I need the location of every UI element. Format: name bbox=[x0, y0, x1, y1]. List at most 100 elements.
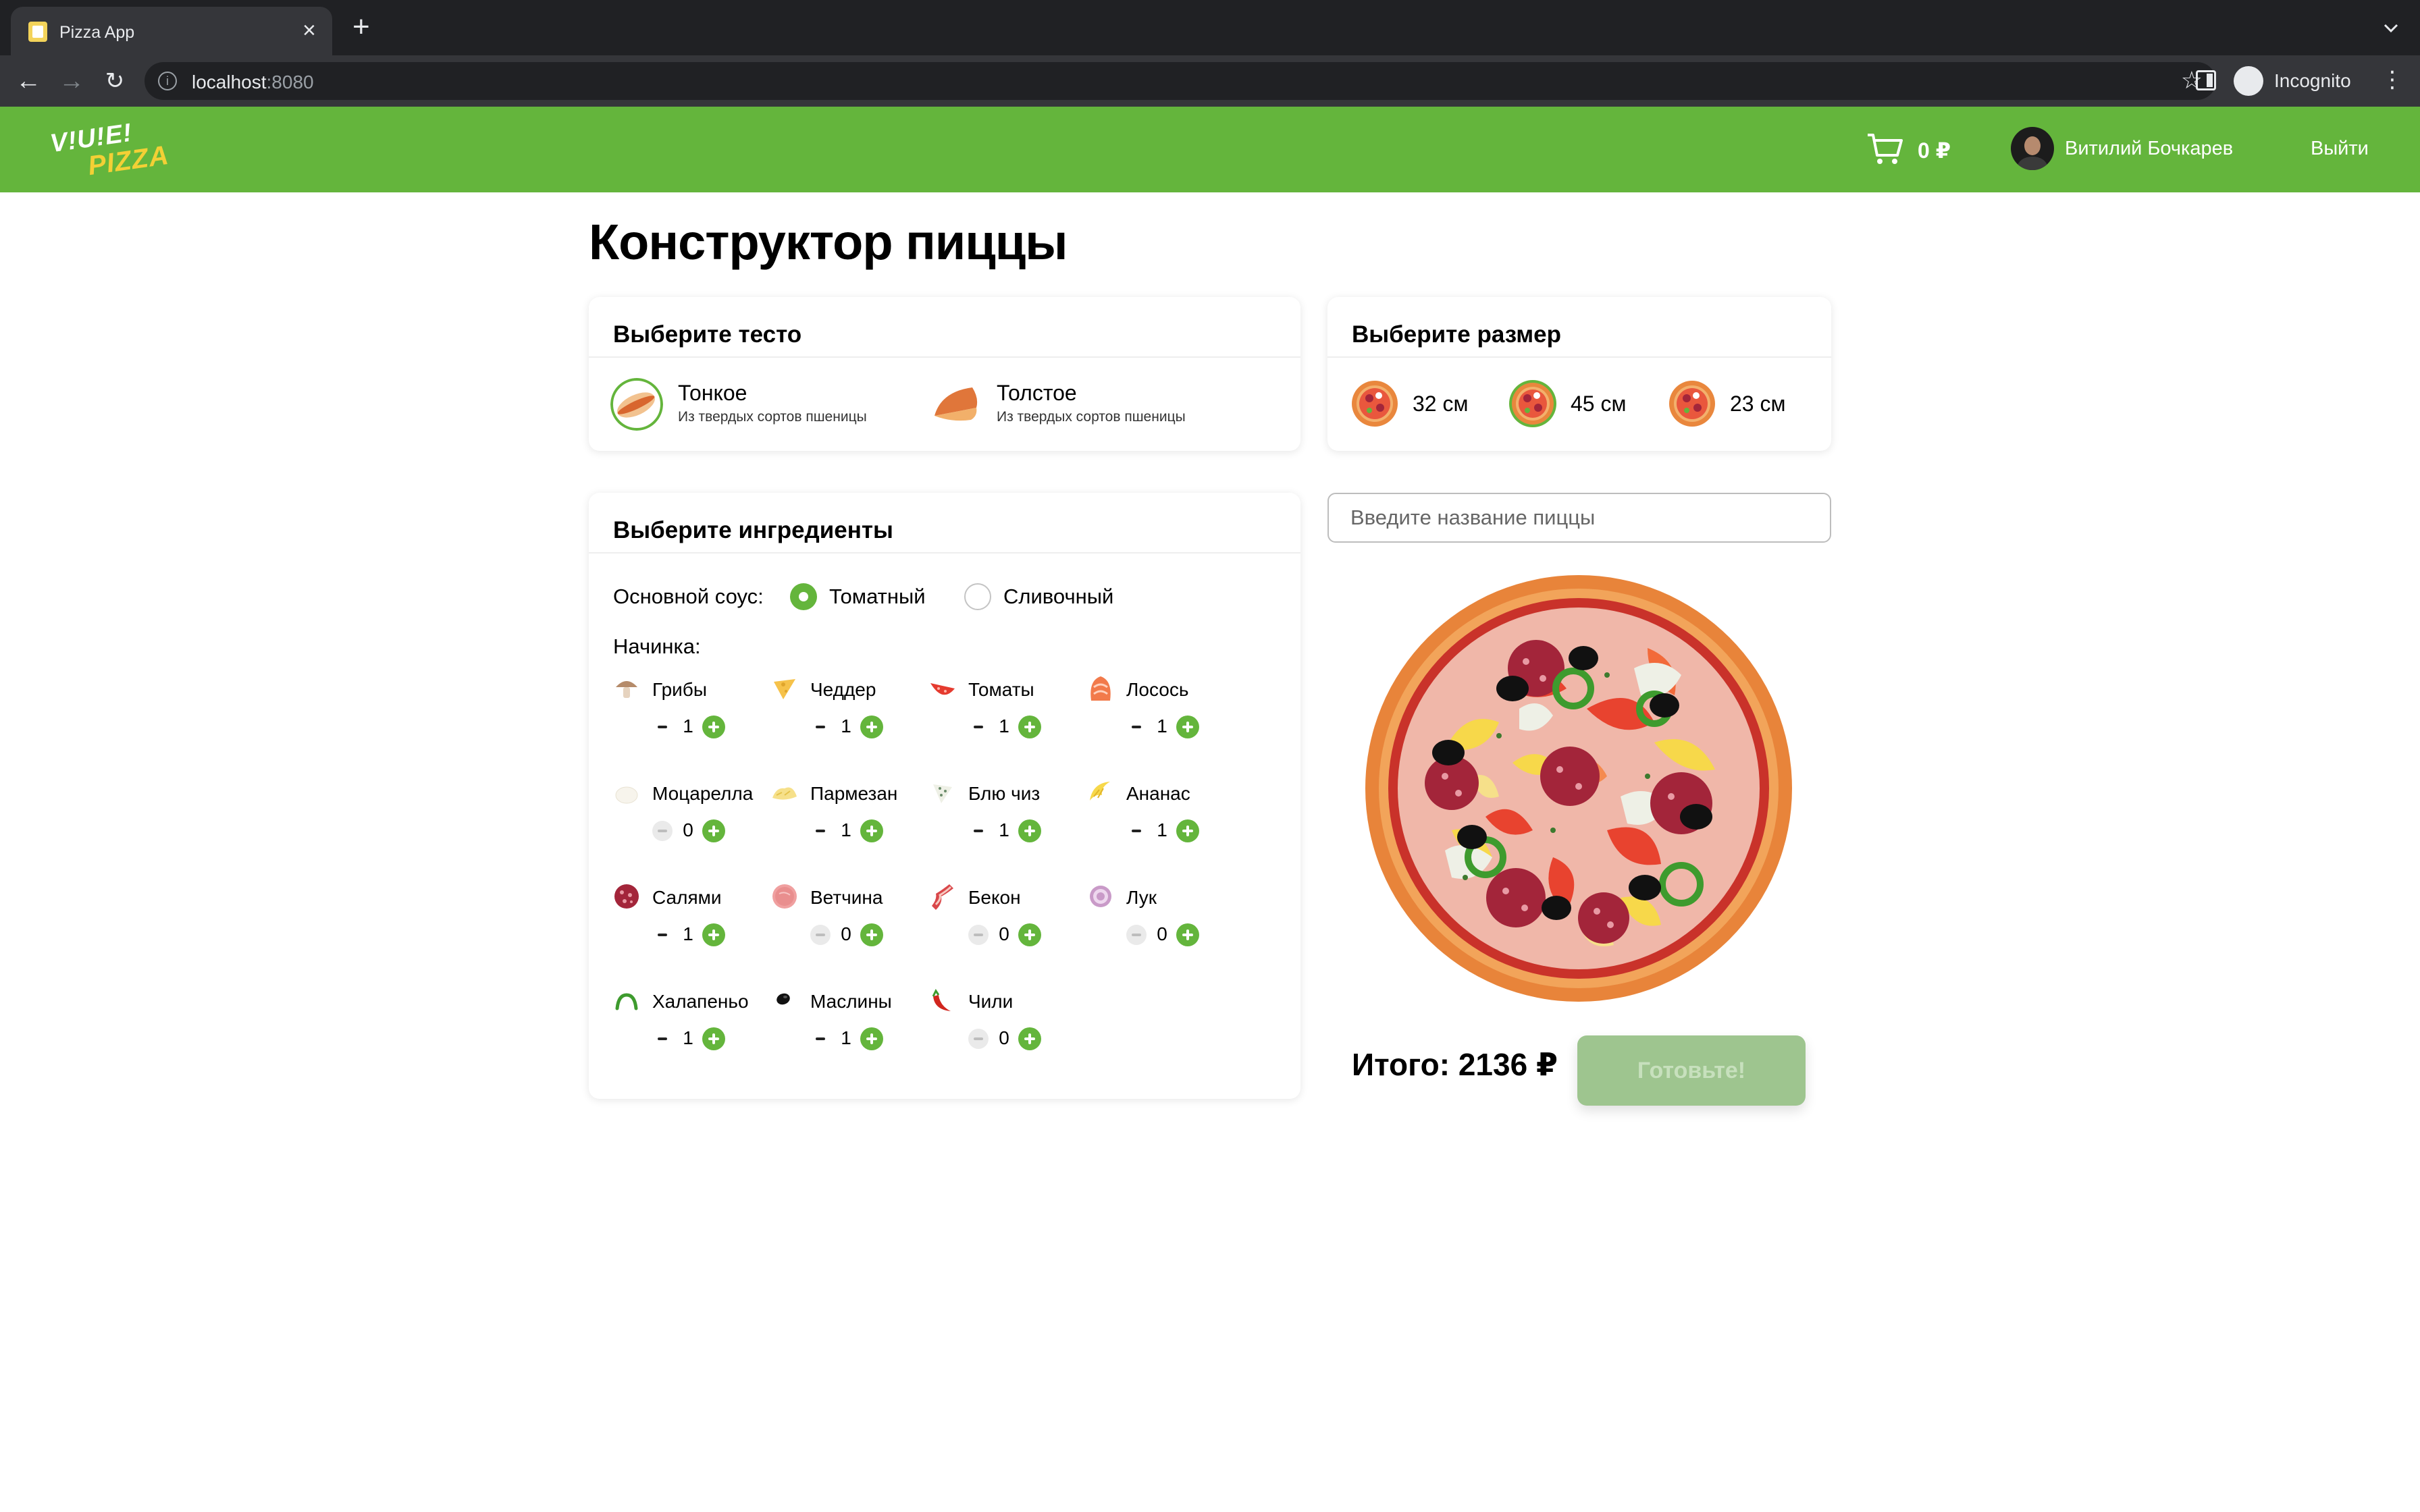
minus-button[interactable] bbox=[968, 821, 989, 841]
minus-button[interactable] bbox=[652, 821, 673, 841]
new-tab-icon[interactable]: + bbox=[352, 12, 370, 42]
ingredient-item: Грибы 1 bbox=[612, 674, 770, 755]
quantity-value: 1 bbox=[841, 716, 851, 736]
minus-button[interactable] bbox=[1126, 717, 1147, 737]
size-option-32[interactable]: 32 см bbox=[1350, 375, 1485, 432]
quantity-stepper: 1 bbox=[810, 1027, 891, 1050]
app-header: V!U!E! PIZZA 0 ₽ Витилий Бочкарев Выйти bbox=[0, 107, 2420, 192]
salmon-icon bbox=[1090, 676, 1111, 701]
dough-option-thick[interactable]: Толстое Из твердых сортов пшеницы bbox=[929, 375, 1226, 432]
plus-button[interactable] bbox=[1018, 819, 1041, 842]
plus-button[interactable] bbox=[702, 923, 725, 946]
size-option-23[interactable]: 23 см bbox=[1668, 375, 1803, 432]
plus-button[interactable] bbox=[1176, 819, 1199, 842]
ingredient-item: Халапеньо 1 bbox=[612, 986, 770, 1066]
ingredient-name: Чили bbox=[968, 991, 1014, 1012]
quantity-value: 1 bbox=[1157, 716, 1167, 736]
minus-button[interactable] bbox=[968, 717, 989, 737]
minus-button[interactable] bbox=[810, 925, 831, 945]
dough-option-thin[interactable]: Тонкое Из твердых сортов пшеницы bbox=[610, 375, 908, 432]
divider bbox=[589, 356, 1300, 358]
ingredients-title: Выберите ингредиенты bbox=[613, 517, 893, 543]
browser-menu-icon[interactable]: ⋮ bbox=[2381, 68, 2404, 92]
minus-button[interactable] bbox=[968, 925, 989, 945]
ingredient-name: Пармезан bbox=[810, 783, 898, 804]
quantity-value: 1 bbox=[999, 716, 1009, 736]
minus-button[interactable] bbox=[810, 821, 831, 841]
sauce-radio-tomato[interactable] bbox=[790, 583, 817, 610]
user-name[interactable]: Витилий Бочкарев bbox=[2065, 138, 2233, 160]
divider bbox=[1327, 356, 1831, 358]
plus-button[interactable] bbox=[1018, 716, 1041, 738]
plus-button[interactable] bbox=[702, 819, 725, 842]
favicon-icon bbox=[28, 22, 47, 42]
reload-icon[interactable]: ↻ bbox=[100, 66, 130, 96]
ingredient-name: Халапеньо bbox=[652, 991, 749, 1012]
pizza-size-icon bbox=[1352, 381, 1398, 427]
address-bar[interactable]: i localhost:8080 ☆ bbox=[144, 62, 2216, 100]
cook-button[interactable]: Готовьте! bbox=[1577, 1035, 1806, 1106]
close-tab-icon[interactable]: × bbox=[302, 19, 316, 42]
back-arrow-icon[interactable]: ← bbox=[14, 66, 43, 96]
mushroom-icon bbox=[616, 681, 637, 698]
minus-button[interactable] bbox=[652, 1029, 673, 1049]
cart-total: 0 ₽ bbox=[1918, 138, 1951, 163]
logo[interactable]: V!U!E! PIZZA bbox=[49, 119, 178, 181]
minus-button[interactable] bbox=[1126, 821, 1147, 841]
plus-button[interactable] bbox=[1018, 923, 1041, 946]
total-price: Итого: 2136 ₽ bbox=[1352, 1047, 1558, 1082]
plus-button[interactable] bbox=[860, 1027, 883, 1050]
quantity-value: 0 bbox=[683, 819, 693, 840]
quantity-stepper: 1 bbox=[810, 716, 891, 738]
ingredient-name: Блю чиз bbox=[968, 783, 1041, 804]
size-card: Выберите размер 32 см 45 см 23 см bbox=[1327, 297, 1831, 451]
forward-arrow-icon[interactable]: → bbox=[57, 66, 86, 96]
quantity-value: 1 bbox=[841, 819, 851, 840]
parmesan-icon bbox=[772, 787, 797, 800]
plus-button[interactable] bbox=[702, 716, 725, 738]
pizza-name-input[interactable] bbox=[1327, 493, 1831, 543]
logout-link[interactable]: Выйти bbox=[2311, 138, 2369, 160]
plus-button[interactable] bbox=[702, 1027, 725, 1050]
ingredient-item: Салями 1 bbox=[612, 882, 770, 963]
dough-card: Выберите тесто Тонкое Из твердых сортов … bbox=[589, 297, 1300, 451]
sauce-option-label[interactable]: Сливочный bbox=[1003, 585, 1113, 609]
plus-button[interactable] bbox=[860, 923, 883, 946]
side-panel-icon[interactable] bbox=[2196, 70, 2216, 90]
plus-button[interactable] bbox=[1176, 716, 1199, 738]
quantity-stepper: 0 bbox=[652, 819, 733, 842]
pineapple-icon bbox=[1090, 782, 1110, 801]
sauce-radio-cream[interactable] bbox=[964, 583, 991, 610]
minus-button[interactable] bbox=[652, 717, 673, 737]
dough-name: Толстое bbox=[997, 381, 1077, 405]
minus-button[interactable] bbox=[968, 1029, 989, 1049]
minus-button[interactable] bbox=[652, 925, 673, 945]
plus-button[interactable] bbox=[1176, 923, 1199, 946]
minus-button[interactable] bbox=[1126, 925, 1147, 945]
size-option-45[interactable]: 45 см bbox=[1508, 375, 1643, 432]
plus-button[interactable] bbox=[860, 819, 883, 842]
size-label: 45 см bbox=[1571, 392, 1627, 416]
plus-button[interactable] bbox=[1018, 1027, 1041, 1050]
quantity-stepper: 1 bbox=[968, 716, 1049, 738]
tab-title: Pizza App bbox=[59, 23, 135, 42]
quantity-value: 1 bbox=[999, 819, 1009, 840]
thick-dough-icon bbox=[935, 387, 978, 421]
chili-icon bbox=[932, 989, 951, 1011]
minus-button[interactable] bbox=[810, 1029, 831, 1049]
avatar[interactable] bbox=[2011, 127, 2054, 170]
chevron-down-icon[interactable] bbox=[2381, 18, 2401, 38]
quantity-stepper: 1 bbox=[652, 716, 733, 738]
plus-button[interactable] bbox=[860, 716, 883, 738]
sauce-option-label[interactable]: Томатный bbox=[829, 585, 926, 609]
site-info-icon[interactable]: i bbox=[158, 72, 177, 90]
pizza-preview[interactable] bbox=[1364, 574, 1793, 1003]
browser-tab[interactable]: Pizza App × bbox=[11, 7, 332, 55]
onion-icon bbox=[1090, 886, 1111, 907]
pizza-size-icon bbox=[1669, 381, 1715, 427]
sauce-selector: Основной соус: Томатный Сливочный bbox=[613, 578, 1221, 612]
quantity-value: 1 bbox=[1157, 819, 1167, 840]
quantity-value: 1 bbox=[683, 1027, 693, 1048]
ingredient-item: Лук 0 bbox=[1086, 882, 1244, 963]
minus-button[interactable] bbox=[810, 717, 831, 737]
